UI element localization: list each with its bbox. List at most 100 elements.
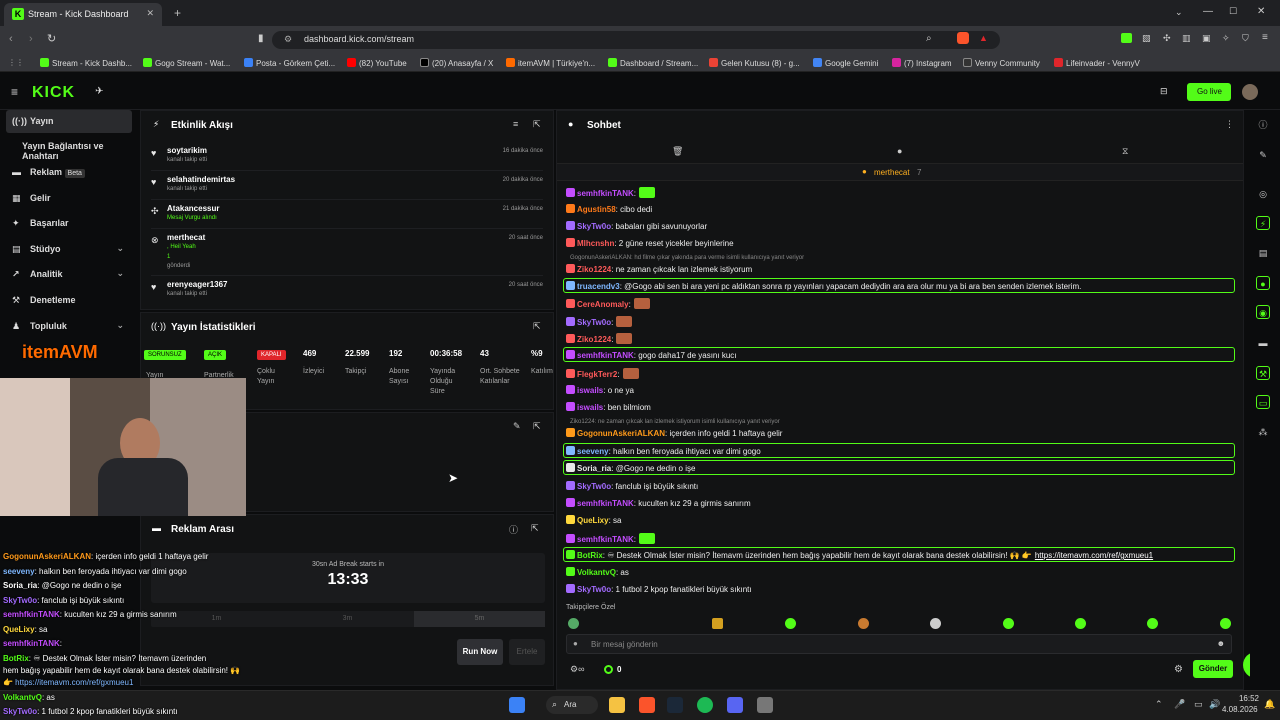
document-icon[interactable]: ▤	[1256, 246, 1270, 260]
pin-icon[interactable]: ✈	[95, 86, 103, 97]
chat-username[interactable]: truacendv3	[577, 282, 620, 291]
chat-message[interactable]: BotRix: ♾ Destek Olmak İster misin? İtem…	[563, 547, 1235, 562]
sidebar-item-analitik[interactable]: ↗ Analitik ⌄	[6, 263, 132, 286]
wallet-icon[interactable]: ▣	[1202, 33, 1211, 44]
new-tab-icon[interactable]: +	[174, 6, 181, 20]
chat-username[interactable]: Mlhcnshn	[577, 239, 614, 248]
back-icon[interactable]: ‹	[9, 33, 13, 45]
emoji-icon[interactable]: ☻	[1217, 639, 1225, 648]
file-explorer-icon[interactable]	[609, 697, 625, 713]
chat-message[interactable]: semhfkinTANK:	[566, 187, 655, 202]
more-options-icon[interactable]: ⋮	[1225, 119, 1234, 130]
emote[interactable]	[568, 618, 579, 629]
window-icon[interactable]: ▭	[1256, 395, 1270, 409]
leo-icon[interactable]: ✧	[1222, 33, 1230, 44]
zoom-icon[interactable]: ⌕	[926, 33, 932, 44]
maximize-icon[interactable]: ☐	[1229, 6, 1237, 17]
chat-username[interactable]: semhfkinTANK	[577, 351, 634, 360]
sidebar-item-studyo[interactable]: ▤ Stüdyo ⌄	[6, 238, 132, 261]
forward-icon[interactable]: ›	[29, 33, 33, 45]
bookmark-item[interactable]: (82) YouTube	[347, 58, 407, 68]
chat-username[interactable]: SkyTw0o	[577, 222, 611, 231]
go-live-button[interactable]: Go live	[1187, 83, 1231, 101]
filter-icon[interactable]: ≡	[513, 119, 518, 129]
chat-message[interactable]: SkyTw0o:	[566, 316, 633, 331]
chat-username[interactable]: semhfkinTANK	[577, 535, 634, 544]
brave-rewards-icon[interactable]: ▲	[979, 33, 988, 43]
chat-username[interactable]: GogonunAskeriALKAN	[577, 429, 665, 438]
emote[interactable]	[1147, 618, 1158, 629]
chat-username[interactable]: iswails	[577, 386, 603, 395]
steam-icon[interactable]	[667, 697, 683, 713]
kick-logo[interactable]: KICK	[32, 84, 75, 102]
bookmark-item[interactable]: Google Gemini	[813, 58, 878, 68]
microphone-icon[interactable]: 🎤	[1174, 699, 1185, 710]
chat-message[interactable]: Agustin58: cibo dedi	[566, 204, 652, 219]
reload-icon[interactable]: ↻	[47, 32, 56, 45]
chat-message[interactable]: iswails: o ne ya	[566, 385, 634, 400]
chat-message[interactable]: Soria_ria: @Gogo ne dedin o işe	[563, 460, 1235, 475]
chat-input[interactable]: ● Bir mesaj gönderin ☻	[566, 634, 1232, 654]
bookmark-item[interactable]: (7) Instagram	[892, 58, 952, 68]
bookmark-item[interactable]: (20) Anasayfa / X	[420, 58, 493, 68]
chat-message[interactable]: SkyTw0o: babaları gibi savunuyorlar	[566, 221, 707, 236]
extension-icon[interactable]: ▧	[1142, 33, 1151, 44]
emote[interactable]	[785, 618, 796, 629]
popout-icon[interactable]: ⇱	[531, 523, 539, 534]
kick-extension-icon[interactable]	[1121, 33, 1132, 43]
chat-message[interactable]: iswails: ben bilmiom	[566, 402, 651, 417]
bookmark-item[interactable]: Gogo Stream - Wat...	[143, 58, 230, 68]
sidebar-item-reklam[interactable]: ▬ Reklam Beta	[6, 161, 132, 184]
bookmark-item[interactable]: Venny Community	[963, 58, 1040, 68]
chat-message[interactable]: Ziko1224: ne zaman çıkcak lan izlemek is…	[566, 264, 752, 279]
sidebar-toggle-icon[interactable]: ▥	[1182, 33, 1191, 44]
app-icon[interactable]	[757, 697, 773, 713]
brave-icon[interactable]	[639, 697, 655, 713]
bookmark-item[interactable]: Dashboard / Stream...	[608, 58, 698, 68]
chat-username[interactable]: BotRix	[577, 551, 603, 560]
delay-button[interactable]: Ertele	[509, 639, 545, 665]
notification-icon[interactable]: 🔔	[1264, 699, 1275, 710]
emote[interactable]	[1003, 618, 1014, 629]
popout-icon[interactable]: ⇱	[533, 119, 541, 130]
chat-settings-icon[interactable]: ⚙∞	[570, 664, 584, 675]
bolt-icon[interactable]: ⚡	[1256, 216, 1270, 230]
vpn-icon[interactable]: ⛉	[1242, 33, 1249, 44]
info-icon[interactable]: ⓘ	[509, 523, 518, 536]
chat-message[interactable]: VolkantvQ: as	[566, 567, 629, 582]
settings-icon[interactable]: ⚙	[1174, 664, 1183, 675]
emote[interactable]	[1075, 618, 1086, 629]
share-icon[interactable]: ⁂	[1256, 425, 1270, 439]
bookmark-item[interactable]: itemAVM | Türkiye'n...	[506, 58, 595, 68]
chat-icon[interactable]: ●	[1256, 276, 1270, 290]
popout-icon[interactable]: ⇱	[533, 321, 541, 332]
site-info-icon[interactable]: ⚙	[284, 34, 292, 45]
chat-username[interactable]: Soria_ria	[577, 464, 611, 473]
ad-option-5m[interactable]: 5m	[414, 611, 545, 627]
puzzle-icon[interactable]: ✣	[1163, 33, 1171, 44]
tray-chevron-icon[interactable]: ⌃	[1155, 699, 1163, 710]
bookmark-item[interactable]: Lifeinvader - VennyV	[1054, 58, 1140, 68]
sidebar-item-denetleme[interactable]: ⚒ Denetleme	[6, 289, 132, 312]
chat-username[interactable]: semhfkinTANK	[577, 189, 634, 198]
menu-icon[interactable]: ≡	[1262, 32, 1268, 43]
chat-username[interactable]: Agustin58	[577, 205, 616, 214]
send-button[interactable]: Gönder	[1193, 660, 1233, 678]
wrench-icon[interactable]: ⚒	[1256, 366, 1270, 380]
ad-icon[interactable]: ▬	[1256, 336, 1270, 350]
chat-username[interactable]: FlegkTerr2	[577, 370, 617, 379]
hamburger-icon[interactable]: ≡	[11, 85, 18, 99]
chat-message[interactable]: QueLixy: sa	[566, 515, 621, 530]
tab-search-icon[interactable]: ⌄	[1175, 7, 1183, 18]
sidebar-item-yayin[interactable]: ((·)) Yayın	[6, 110, 132, 133]
emote[interactable]	[858, 618, 869, 629]
chat-username[interactable]: SkyTw0o	[577, 585, 611, 594]
spotify-icon[interactable]	[697, 697, 713, 713]
emote[interactable]	[1220, 618, 1231, 629]
discord-icon[interactable]	[727, 697, 743, 713]
emote[interactable]	[930, 618, 941, 629]
url-field[interactable]: ⚙ dashboard.kick.com/stream	[272, 31, 1000, 49]
chat-message[interactable]: GogonunAskeriALKAN: içerden info geldi 1…	[566, 428, 782, 443]
chat-username[interactable]: semhfkinTANK	[577, 499, 634, 508]
target-icon[interactable]: ◎	[1256, 187, 1270, 201]
